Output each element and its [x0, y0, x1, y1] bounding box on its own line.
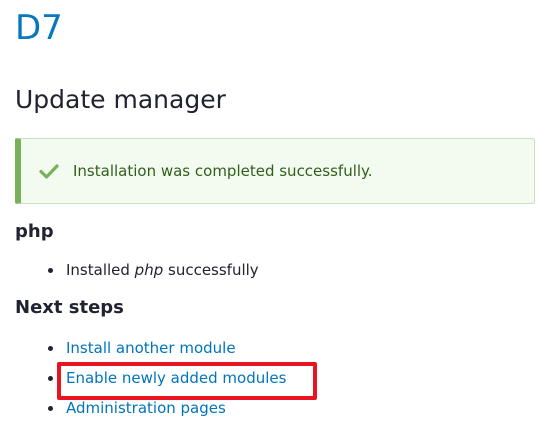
administration-pages-link[interactable]: Administration pages: [66, 399, 226, 417]
list-item: Enable newly added modules: [0, 363, 286, 393]
list-item: Administration pages: [0, 393, 286, 423]
page-title: Update manager: [15, 85, 226, 114]
check-icon: [39, 163, 59, 179]
next-steps-heading: Next steps: [15, 297, 124, 318]
module-result-list: Installed php successfully: [0, 255, 259, 285]
next-steps-list: Install another module Enable newly adde…: [0, 333, 286, 423]
site-name-link[interactable]: D7: [15, 6, 63, 50]
install-another-module-link[interactable]: Install another module: [66, 339, 236, 357]
list-item: Installed php successfully: [0, 255, 259, 285]
enable-newly-added-modules-link[interactable]: Enable newly added modules: [66, 369, 286, 387]
result-prefix: Installed: [66, 261, 135, 279]
result-suffix: successfully: [163, 261, 259, 279]
list-item: Install another module: [0, 333, 286, 363]
status-message: Installation was completed successfully.: [15, 138, 535, 204]
module-heading: php: [15, 221, 54, 242]
status-text: Installation was completed successfully.: [73, 162, 373, 180]
result-module-name: php: [134, 261, 164, 279]
